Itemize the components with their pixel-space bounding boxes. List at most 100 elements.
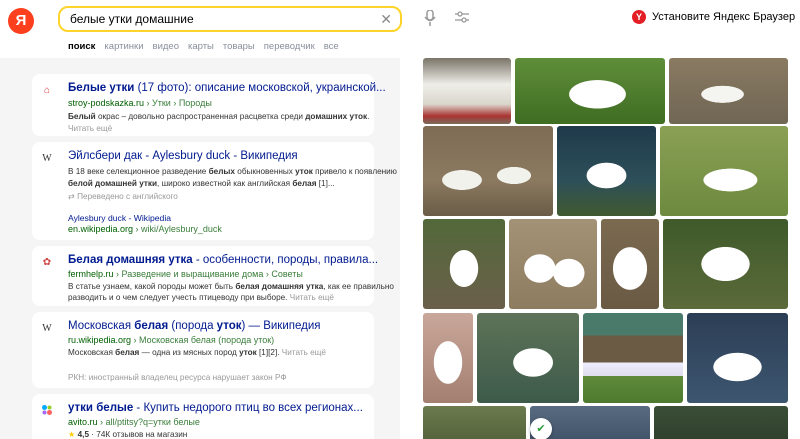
read-more-link[interactable]: Читать ещё [68,123,112,135]
result-url-domain: stroy-podskazka.ru [68,98,145,108]
house-icon: ⌂ [43,85,51,96]
result-title-rest: - Купить недорого птиц во всех регионах.… [133,402,363,414]
translated-label: Переведено с английского [77,192,178,201]
tab-all[interactable]: все [324,41,339,52]
result-title-rest: - особенности, породы, правила... [192,254,379,266]
snippet-text: В 18 веке селекционное разведение [68,167,209,176]
result-title-bold: уток [216,320,242,332]
filters-icon[interactable] [455,10,469,29]
result-url[interactable]: avito.ru › all/ptitsy?q=утки белые [68,417,200,427]
image-duck-sitting[interactable] [601,219,659,309]
result-snippet: В 18 веке селекционное разведение белых … [68,166,397,178]
result-url-path: › all/ptitsy?q=утки белые [97,417,200,427]
result-url-domain: fermhelp.ru [68,269,114,279]
image-duck-walking[interactable] [663,219,788,309]
result-url-path: › Разведение и выращивание дома › Советы [113,269,303,279]
clear-icon[interactable]: ✕ [380,11,392,28]
snippet-bold: Белый [68,112,96,121]
search-result: W Московская белая (порода уток) — Викип… [32,312,374,388]
result-url[interactable]: fermhelp.ru › Разведение и выращивание д… [68,269,303,279]
shield-icon[interactable]: ✔ [530,418,552,439]
results-column: ⌂ Белые утки (17 фото): описание московс… [0,58,400,439]
image-duck-bottom-1[interactable] [423,406,526,439]
image-ducks-resting[interactable] [423,126,553,216]
tab-translator[interactable]: переводчик [264,41,315,52]
snippet-text: — одна из мясных пород [139,348,240,357]
result-subtitle[interactable]: Aylesbury duck - Wikipedia [68,212,171,224]
tab-maps[interactable]: карты [188,41,214,52]
snippet-bold: белой домашней утки [68,179,158,188]
header: Я белые утки домашние ✕ Y Установите Янд… [0,0,800,58]
result-url-domain: avito.ru [68,417,98,427]
snippet-bold: белая [115,348,140,357]
result-title-bold: утки белые [68,402,134,414]
image-duck-lying-grass[interactable] [660,126,788,216]
tab-video[interactable]: видео [153,41,179,52]
result-title-bold: белая [134,320,169,332]
browser-promo[interactable]: Y Установите Яндекс Браузер [632,10,795,24]
result-title[interactable]: Московская белая (порода уток) — Википед… [68,320,320,332]
result-snippet: белой домашней утки, широко известной ка… [68,178,335,190]
tab-images[interactable]: картинки [104,41,143,52]
translated-note: ⇄ Переведено с английского [68,191,178,203]
wikipedia-icon: W [42,323,52,334]
image-duck-bottom-3[interactable] [654,406,788,439]
search-tabs: поиск картинки видео карты товары перево… [68,41,348,52]
image-duck-pond-edge[interactable] [557,126,656,216]
search-result: ⌂ Белые утки (17 фото): описание московс… [32,74,386,136]
search-input[interactable]: белые утки домашние [70,12,194,26]
search-result: утки белые - Купить недорого птиц во все… [32,394,374,439]
wikipedia-icon: W [42,153,52,164]
snippet-bold: белая [292,179,317,188]
image-duck-water[interactable] [687,313,788,403]
snippet-text: Московская [68,348,116,357]
translate-icon: ⇄ [68,192,78,201]
result-title[interactable]: Белая домашняя утка - особенности, пород… [68,254,378,266]
image-ducks-pair[interactable] [509,219,597,309]
result-title[interactable]: Эйлсбери дак - Aylesbury duck - Википеди… [68,150,298,162]
microphone-icon[interactable] [424,9,436,31]
snippet-text: окрас – довольно распространенная расцве… [95,112,306,121]
image-ducks-group[interactable] [669,58,788,124]
result-title[interactable]: утки белые - Купить недорого птиц во все… [68,402,363,414]
result-snippet: Белый окрас – довольно распространенная … [68,111,369,123]
image-duck-swimming[interactable] [477,313,579,403]
snippet-text: привело к появлению [312,167,397,176]
search-result: W Эйлсбери дак - Aylesbury duck - Википе… [32,142,397,240]
read-more-link[interactable]: Читать ещё [282,348,326,357]
snippet-text: обыкновенных [234,167,296,176]
image-duck-grass[interactable] [515,58,665,124]
result-title-rest: ) — Википедия [241,320,321,332]
search-box[interactable]: белые утки домашние ✕ [58,6,402,32]
snippet-text: [1]... [316,179,335,188]
star-icon: ★ [68,430,76,439]
result-url[interactable]: stroy-podskazka.ru › Утки › Породы [68,98,212,108]
browser-promo-label: Установите Яндекс Браузер [652,11,796,23]
avito-icon [40,404,54,418]
snippet-text: В статье узнаем, какой породы может быть [68,282,236,291]
snippet-bold: уток [295,167,313,176]
fermhelp-icon: ✿ [42,257,52,268]
image-duck-standing-path[interactable] [423,219,505,309]
result-url[interactable]: ru.wikipedia.org › Московская белая (пор… [68,335,274,345]
read-more-link[interactable]: Читать ещё [290,293,334,302]
snippet-text: . [367,112,370,121]
result-url-domain: ru.wikipedia.org [68,335,132,345]
image-ducks-yard[interactable] [583,313,683,403]
rkn-notice: РКН: иностранный владелец ресурса наруша… [68,373,287,382]
snippet-bold: белая домашняя утка [235,282,324,291]
yandex-browser-icon: Y [632,10,646,24]
result-snippet: разводить и о чем следует учесть птицево… [68,292,334,304]
rating-value: 4,5 [77,430,90,439]
result-title-bold: Белая домашняя утка [68,254,193,266]
tab-products[interactable]: товары [223,41,255,52]
image-ducks-flock[interactable] [423,58,511,124]
snippet-text: , как ее правильно [323,282,394,291]
yandex-logo[interactable]: Я [8,8,34,34]
result-title[interactable]: Белые утки (17 фото): описание московско… [68,82,386,94]
result-url[interactable]: en.wikipedia.org › wiki/Aylesbury_duck [68,224,222,234]
image-duck-closeup[interactable] [423,313,473,403]
snippet-text: разводить и о чем следует учесть птицево… [68,293,288,302]
result-url-path: › Московская белая (порода уток) [131,335,275,345]
tab-search[interactable]: поиск [68,41,95,52]
